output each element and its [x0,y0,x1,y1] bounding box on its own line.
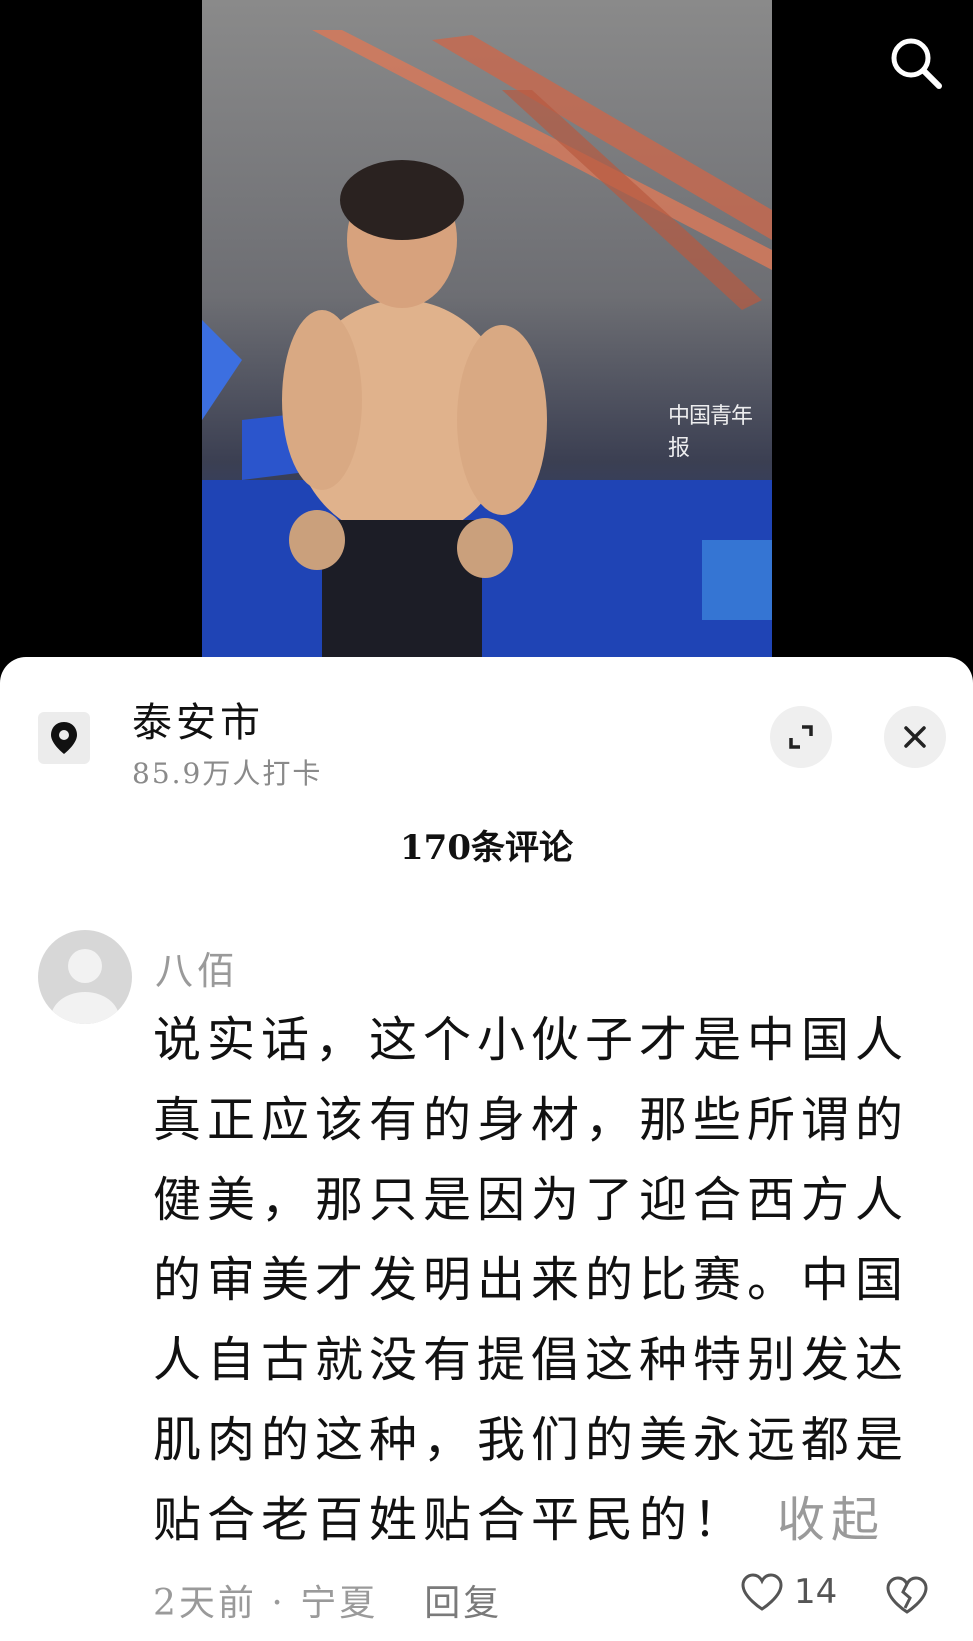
search-button[interactable] [883,30,949,96]
default-avatar-icon [51,949,119,1024]
avatar[interactable] [38,930,132,1024]
close-icon [904,726,926,748]
reply-button[interactable]: 回复 [424,1574,502,1626]
broken-heart-icon [886,1576,928,1614]
video-watermark: 中国青年报 [668,404,753,461]
screen: 中国青年报 泰安市 85.9万人打卡 170条评论 八佰 说实话，这个小伙子才是… [0,0,973,1641]
location-name[interactable]: 泰安市 [132,690,264,748]
like-count: 14 [794,1572,838,1612]
video-player[interactable]: 中国青年报 [0,0,973,700]
comment-count-title: 170条评论 [400,828,573,868]
video-frame[interactable]: 中国青年报 [202,0,772,660]
comment-meta: 2天前 · 宁夏 回复 [153,1574,502,1626]
location-pin-icon [38,712,90,764]
comment-time-location: 2天前 · 宁夏 [153,1583,379,1624]
dislike-button[interactable] [885,1574,929,1618]
comment-text: 说实话，这个小伙子才是中国人真正应该有的身材，那些所谓的健美，那只是因为了迎合西… [153,1012,910,1548]
heart-icon [741,1573,783,1611]
expand-icon [789,725,813,749]
video-scene [202,30,772,660]
collapse-link[interactable]: 收起 [777,1492,885,1548]
location-checkins: 85.9万人打卡 [132,757,323,790]
expand-button[interactable] [770,706,832,768]
comment-text-block: 说实话，这个小伙子才是中国人真正应该有的身材，那些所谓的健美，那只是因为了迎合西… [153,1000,913,1560]
like-button[interactable]: 14 [740,1572,837,1612]
search-icon [891,38,942,89]
comment-username[interactable]: 八佰 [155,940,239,995]
close-button[interactable] [884,706,946,768]
